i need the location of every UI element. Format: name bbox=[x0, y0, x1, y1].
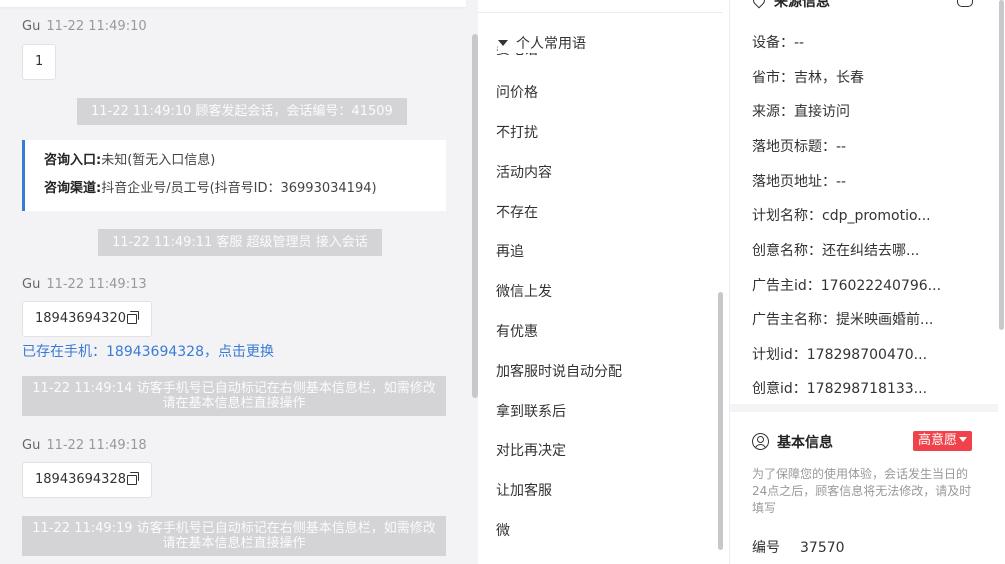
message-meta: Gu 11-22 11:49:13 bbox=[22, 277, 147, 292]
phrase-item[interactable]: 不存在 bbox=[496, 202, 538, 222]
sender-name: Gu bbox=[22, 19, 41, 34]
source-info-title: 来源信息 bbox=[774, 0, 830, 10]
system-message-line: 11-22 11:49:14 访客手机号已自动标记在右侧基本信息栏，如需修改 bbox=[32, 381, 436, 396]
phrase-item[interactable]: 微 bbox=[496, 520, 510, 540]
section-separator bbox=[730, 404, 998, 412]
phrase-item[interactable]: 不打扰 bbox=[496, 122, 538, 142]
info-device: 设备：-- bbox=[752, 35, 805, 51]
channel-row: 咨询渠道:抖音企业号/员工号(抖音号ID：36993034194) bbox=[44, 178, 446, 206]
phrases-panel: 要电话 个人常用语 问价格 不打扰 活动内容 不存在 再追 微信上发 有优惠 加… bbox=[478, 0, 730, 564]
divider bbox=[478, 12, 723, 13]
id-label: 编号 bbox=[752, 540, 780, 556]
phrase-item[interactable]: 加客服时说自动分配 bbox=[496, 361, 622, 381]
sender-name: Gu bbox=[22, 438, 41, 453]
info-landing-url: 落地页地址：-- bbox=[752, 174, 847, 190]
info-creative-name: 创意名称：还在纠结去哪... bbox=[752, 243, 920, 259]
info-landing-title: 落地页标题：-- bbox=[752, 139, 847, 155]
id-value: 37570 bbox=[800, 540, 845, 556]
phrase-item[interactable]: 让加客服 bbox=[496, 480, 552, 500]
phrase-item[interactable]: 有优惠 bbox=[496, 321, 538, 341]
chat-panel: Gu 11-22 11:49:10 1 11-22 11:49:10 顾客发起会话… bbox=[0, 0, 478, 564]
message-time: 11-22 11:49:13 bbox=[46, 277, 147, 292]
message-meta: Gu 11-22 11:49:10 bbox=[22, 19, 147, 34]
user-icon bbox=[752, 433, 769, 450]
entry-info-card: 咨询入口:未知(暂无入口信息) 咨询渠道:抖音企业号/员工号(抖音号ID：369… bbox=[22, 140, 446, 211]
location-pin-icon bbox=[752, 0, 766, 8]
phrase-item[interactable]: 问价格 bbox=[496, 82, 538, 102]
entry-row: 咨询入口:未知(暂无入口信息) bbox=[44, 150, 446, 178]
message-time: 11-22 11:49:18 bbox=[46, 438, 147, 453]
phrase-item[interactable]: 活动内容 bbox=[496, 162, 552, 182]
caret-down-icon bbox=[959, 437, 968, 442]
caret-down-icon bbox=[498, 40, 508, 46]
info-scrollbar[interactable] bbox=[999, 0, 1004, 330]
intent-dropdown[interactable]: 高意愿 bbox=[913, 431, 973, 451]
edit-icon[interactable] bbox=[957, 0, 973, 7]
sender-name: Gu bbox=[22, 277, 41, 292]
system-message: 11-22 11:49:10 顾客发起会话，会话编号：41509 bbox=[77, 98, 407, 125]
basic-info-header: 基本信息 bbox=[752, 432, 833, 452]
system-message: 11-22 11:49:11 客服 超级管理员 接入会话 bbox=[98, 229, 382, 256]
channel-value: 抖音企业号/员工号(抖音号ID：36993034194) bbox=[101, 181, 377, 196]
message-text: 18943694320 bbox=[35, 311, 126, 326]
phrase-item[interactable]: 微信上发 bbox=[496, 281, 552, 301]
message-time: 11-22 11:49:10 bbox=[46, 19, 147, 34]
info-plan-id: 计划id：178298700470... bbox=[752, 347, 928, 363]
system-message-line: 请在基本信息栏直接操作 bbox=[162, 536, 306, 551]
edit-notice: 为了保障您的使用体验，会话发生当日的24点之后，顾客信息将无法修改，请及时填写 bbox=[752, 467, 972, 515]
phrase-item[interactable]: 拿到联系后 bbox=[496, 401, 566, 421]
message-bubble[interactable]: 18943694328 bbox=[22, 462, 152, 498]
message-text: 1 bbox=[35, 54, 44, 69]
message-bubble[interactable]: 18943694320 bbox=[22, 301, 152, 337]
basic-info-title: 基本信息 bbox=[777, 435, 833, 451]
phrases-scrollbar[interactable] bbox=[718, 292, 723, 550]
info-advertiser-name: 广告主名称：提米映画婚前... bbox=[752, 312, 934, 328]
entry-value: 未知(暂无入口信息) bbox=[101, 153, 216, 168]
intent-label: 高意愿 bbox=[918, 433, 958, 448]
phone-exists-link[interactable]: 已存在手机：18943694328，点击更换 bbox=[22, 341, 274, 361]
message-meta: Gu 11-22 11:49:18 bbox=[22, 438, 147, 453]
system-message-line: 请在基本信息栏直接操作 bbox=[162, 396, 306, 411]
info-source: 来源：直接访问 bbox=[752, 104, 850, 120]
copy-icon[interactable] bbox=[126, 472, 139, 485]
source-info-header: 来源信息 bbox=[752, 0, 830, 11]
phrase-item[interactable]: 对比再决定 bbox=[496, 440, 566, 460]
system-message: 11-22 11:49:14 访客手机号已自动标记在右侧基本信息栏，如需修改 请… bbox=[22, 376, 446, 416]
entry-label: 咨询入口: bbox=[44, 153, 102, 168]
copy-icon[interactable] bbox=[126, 311, 139, 324]
phrase-group-title: 个人常用语 bbox=[516, 36, 586, 52]
chat-topbar bbox=[0, 0, 466, 7]
message-bubble[interactable]: 1 bbox=[22, 44, 57, 80]
info-creative-id: 创意id：178298718133... bbox=[752, 381, 928, 397]
phrase-group-header[interactable]: 个人常用语 bbox=[498, 33, 592, 53]
customer-info-panel: 来源信息 设备：-- 省市：吉林，长春 来源：直接访问 落地页标题：-- 落地页… bbox=[730, 0, 1005, 564]
channel-label: 咨询渠道: bbox=[44, 181, 102, 196]
info-advertiser-id: 广告主id：176022240796... bbox=[752, 278, 942, 294]
message-text: 18943694328 bbox=[35, 472, 126, 487]
system-message: 11-22 11:49:19 访客手机号已自动标记在右侧基本信息栏，如需修改 请… bbox=[22, 516, 446, 556]
info-plan-name: 计划名称：cdp_promotio... bbox=[752, 208, 931, 224]
info-province-city: 省市：吉林，长春 bbox=[752, 70, 864, 86]
system-message-line: 11-22 11:49:19 访客手机号已自动标记在右侧基本信息栏，如需修改 bbox=[32, 521, 436, 536]
customer-id-row: 编号 37570 bbox=[752, 537, 845, 557]
phrase-item[interactable]: 再追 bbox=[496, 241, 524, 261]
